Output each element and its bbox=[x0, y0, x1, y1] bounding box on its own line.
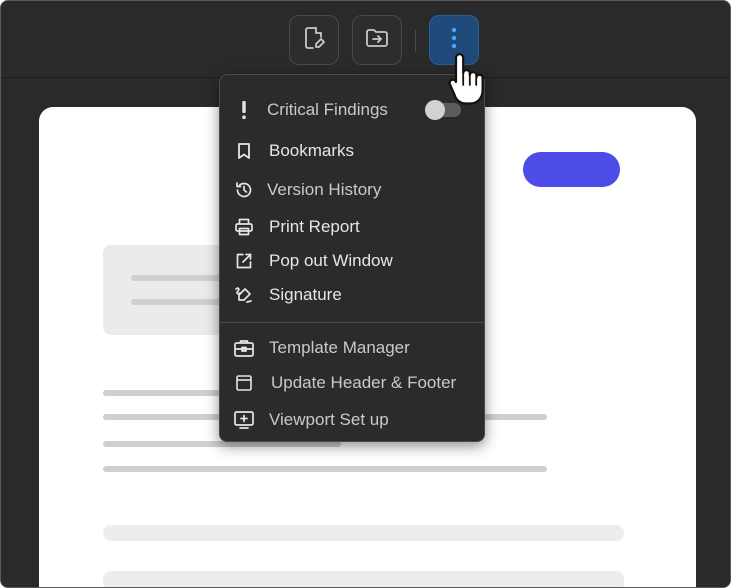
external-link-icon bbox=[233, 250, 255, 272]
menu-item-pop-out-window[interactable]: Pop out Window bbox=[220, 245, 484, 277]
menu-divider bbox=[220, 322, 484, 323]
primary-action-pill[interactable] bbox=[523, 152, 620, 187]
folder-import-icon bbox=[364, 25, 390, 56]
history-icon bbox=[233, 179, 255, 201]
menu-item-signature[interactable]: Signature bbox=[220, 279, 484, 311]
more-vertical-icon bbox=[450, 26, 458, 55]
toggle-knob bbox=[425, 100, 445, 120]
menu-item-label: Bookmarks bbox=[269, 141, 355, 160]
menu-item-print-report[interactable]: Print Report bbox=[220, 211, 484, 243]
menu-item-template-manager[interactable]: Template Manager bbox=[220, 332, 484, 364]
more-options-menu: Critical Findings Bookmarks Version Hist… bbox=[219, 74, 485, 442]
menu-item-label: Version History bbox=[267, 180, 382, 199]
menu-item-label: Update Header & Footer bbox=[271, 373, 457, 392]
top-toolbar bbox=[1, 1, 730, 78]
placeholder-field bbox=[103, 525, 624, 541]
signature-icon bbox=[233, 284, 255, 306]
printer-icon bbox=[233, 216, 255, 238]
menu-item-bookmarks[interactable]: Bookmarks bbox=[220, 135, 484, 167]
edit-document-icon bbox=[301, 25, 327, 56]
menu-item-label: Print Report bbox=[269, 217, 360, 236]
viewport-icon bbox=[233, 409, 255, 431]
menu-item-label: Viewport Set up bbox=[269, 410, 389, 429]
menu-item-update-header-footer[interactable]: Update Header & Footer bbox=[220, 367, 484, 399]
menu-item-critical-findings[interactable]: Critical Findings bbox=[220, 94, 484, 126]
toolbar-separator bbox=[415, 30, 416, 52]
critical-findings-toggle[interactable] bbox=[425, 100, 461, 120]
menu-item-version-history[interactable]: Version History bbox=[220, 174, 484, 206]
app-window: Critical Findings Bookmarks Version Hist… bbox=[0, 0, 731, 588]
exclamation-icon bbox=[233, 99, 255, 121]
menu-item-label: Signature bbox=[269, 285, 342, 304]
import-folder-button[interactable] bbox=[352, 15, 402, 65]
edit-document-button[interactable] bbox=[289, 15, 339, 65]
menu-item-label: Template Manager bbox=[269, 338, 410, 357]
placeholder-line bbox=[103, 390, 233, 396]
header-footer-icon bbox=[233, 372, 255, 394]
menu-item-viewport-set-up[interactable]: Viewport Set up bbox=[220, 404, 484, 436]
menu-item-label: Pop out Window bbox=[269, 251, 393, 270]
placeholder-line bbox=[103, 466, 547, 472]
menu-item-label: Critical Findings bbox=[267, 100, 388, 119]
toolbox-icon bbox=[233, 337, 255, 359]
placeholder-field bbox=[103, 571, 624, 587]
hand-pointer-cursor-icon bbox=[446, 53, 486, 105]
bookmark-icon bbox=[233, 140, 255, 162]
